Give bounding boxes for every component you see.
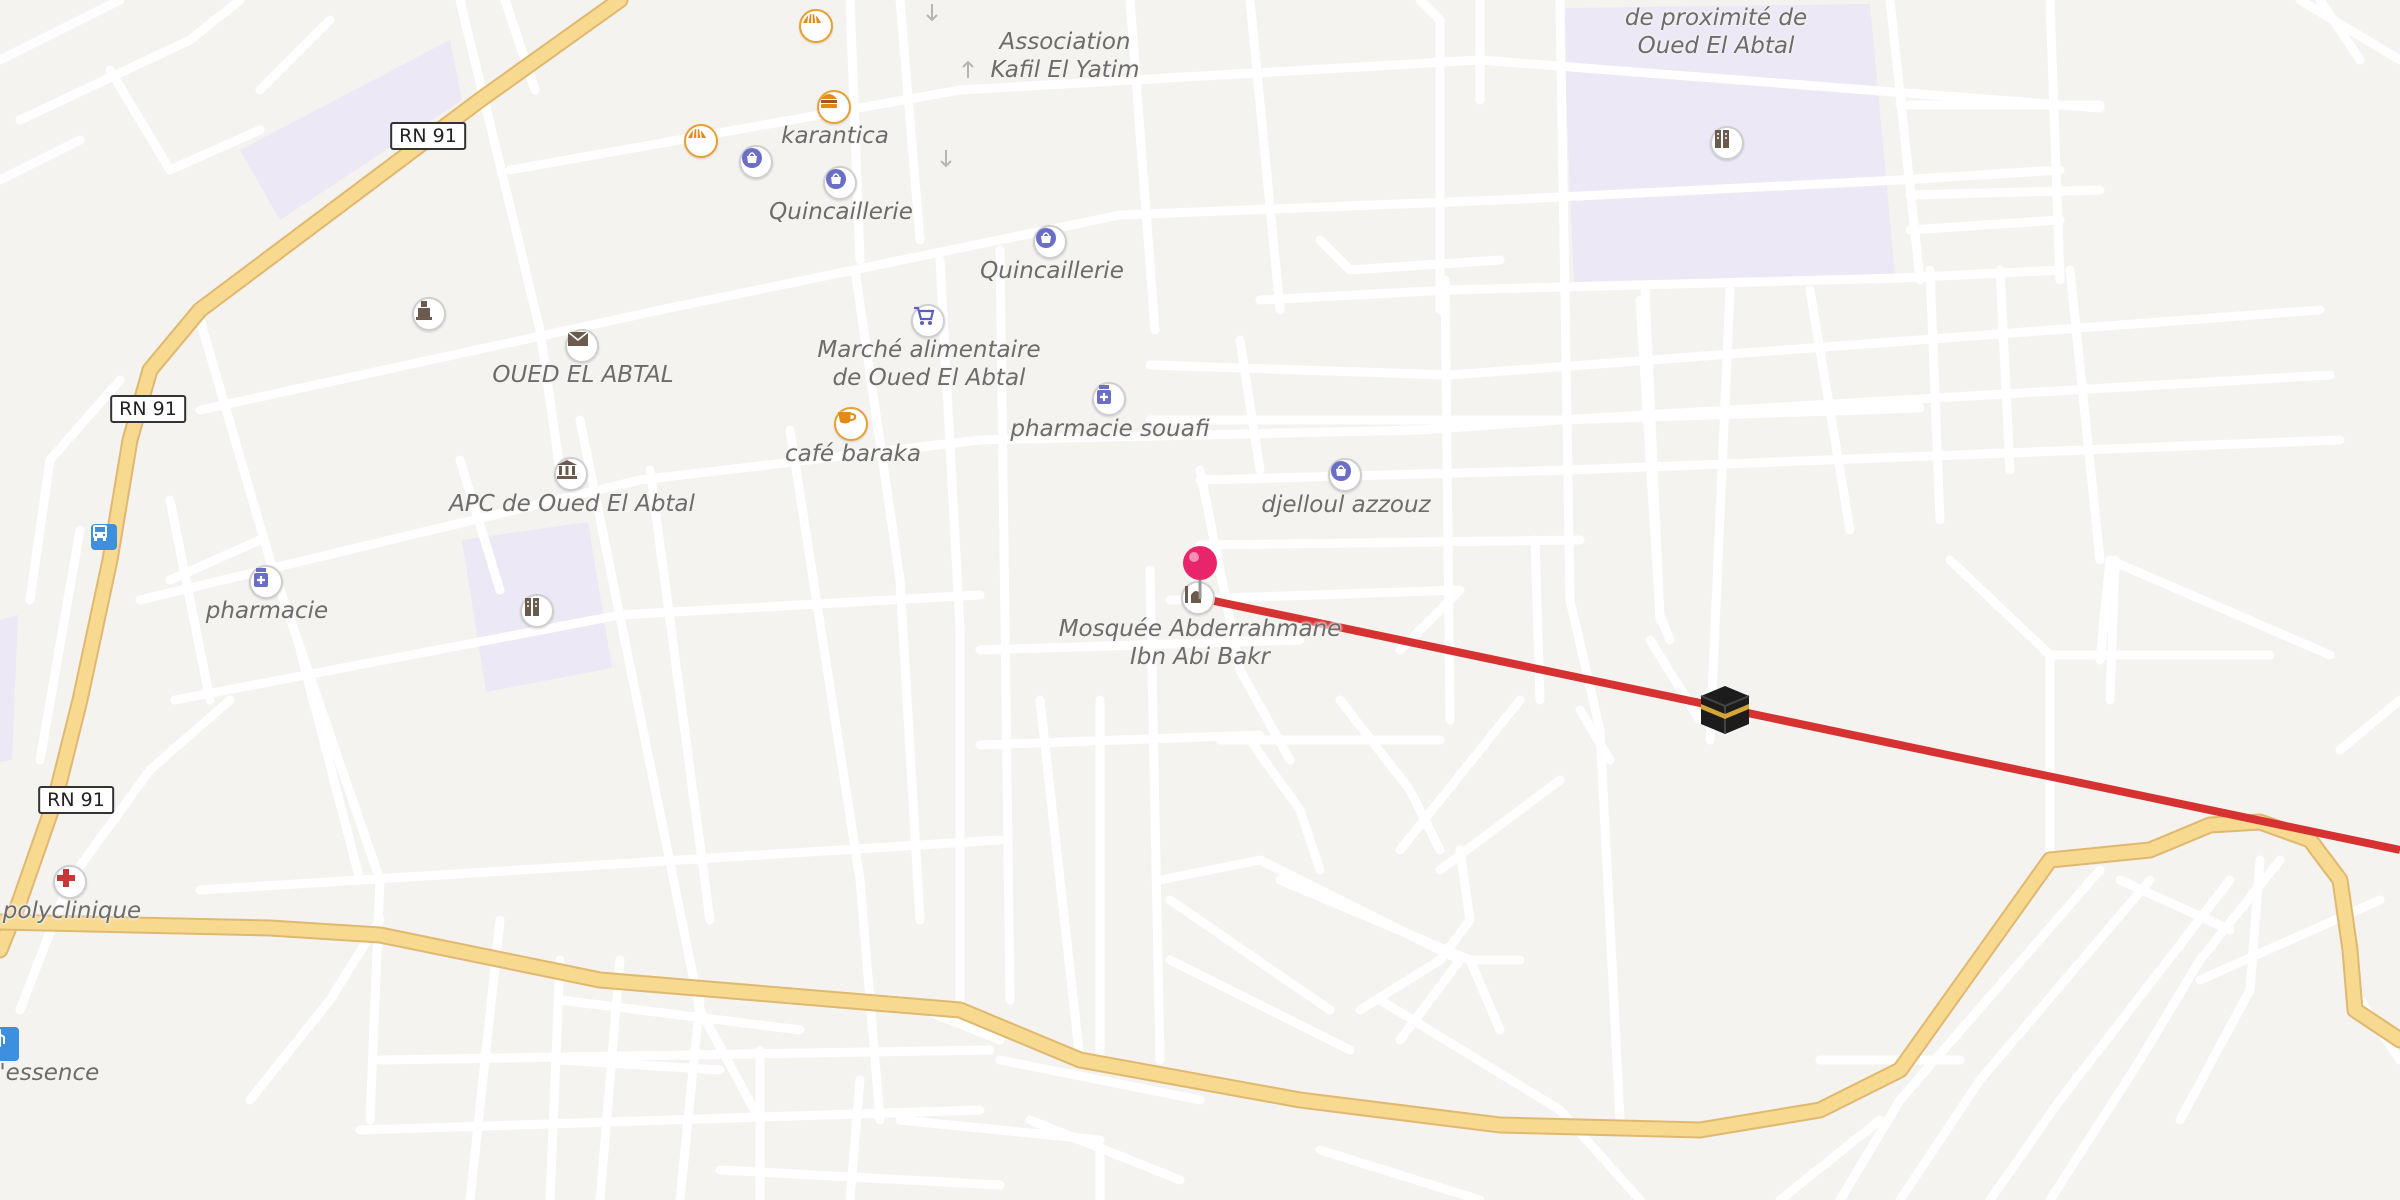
label-association: Association Kafil El Yatim — [990, 29, 1140, 83]
red-cross-icon[interactable] — [53, 865, 87, 899]
town-hall-icon[interactable] — [554, 457, 588, 491]
label-karantica: karantica — [781, 123, 889, 149]
label-djelloul: djelloul azzouz — [1261, 492, 1431, 518]
pharmacy-icon[interactable] — [249, 565, 283, 599]
road-shield-rn91-top: RN 91 — [390, 122, 466, 150]
fast-food-icon[interactable] — [817, 90, 851, 124]
shopping-bag-icon[interactable] — [1328, 458, 1362, 492]
shopping-bag-icon[interactable] — [1033, 225, 1067, 259]
label-cafe: café baraka — [785, 441, 921, 467]
location-pin-icon[interactable] — [1181, 545, 1219, 601]
envelope-icon[interactable] — [565, 329, 599, 363]
school-icon[interactable] — [520, 594, 554, 628]
label-school-ne: de proximité de Oued El Abtal — [1624, 5, 1808, 59]
shopping-bag-icon[interactable] — [823, 166, 857, 200]
label-pharmacie: pharmacie — [205, 598, 329, 624]
label-mosquee: Mosquée Abderrahmane Ibn Abi Bakr — [1058, 616, 1342, 670]
pharmacy-icon[interactable] — [1092, 382, 1126, 416]
coffee-cup-icon[interactable] — [834, 407, 868, 441]
road-shield-rn91-bottom: RN 91 — [38, 786, 114, 814]
label-pharmacie-souafi: pharmacie souafi — [1010, 416, 1210, 442]
school-icon[interactable] — [1710, 126, 1744, 160]
label-quincaillerie-1: Quincaillerie — [769, 199, 913, 225]
bakery-icon[interactable] — [684, 124, 718, 158]
qibla-direction-line — [1199, 594, 2400, 854]
shopping-cart-icon[interactable] — [911, 304, 945, 338]
kaaba-icon[interactable] — [1697, 680, 1753, 736]
shopping-bag-icon[interactable] — [739, 145, 773, 179]
monument-icon[interactable] — [412, 297, 446, 331]
label-apc: APC de Oued El Abtal — [449, 491, 695, 517]
road-shield-rn91-mid: RN 91 — [110, 395, 186, 423]
label-polyclinique: polyclinique — [2, 898, 142, 924]
map-view[interactable]: RN 91 RN 91 RN 91 Association Kafil El Y… — [0, 0, 2400, 1200]
fuel-station-icon[interactable] — [0, 1027, 19, 1061]
bus-stop-icon[interactable] — [91, 524, 117, 550]
bakery-icon[interactable] — [799, 9, 833, 43]
label-quincaillerie-2: Quincaillerie — [980, 258, 1124, 284]
label-marche: Marché alimentaire de Oued El Abtal — [817, 337, 1041, 391]
label-oued-el-abtal: OUED EL ABTAL — [492, 362, 674, 388]
label-essence: d'essence — [0, 1060, 100, 1086]
